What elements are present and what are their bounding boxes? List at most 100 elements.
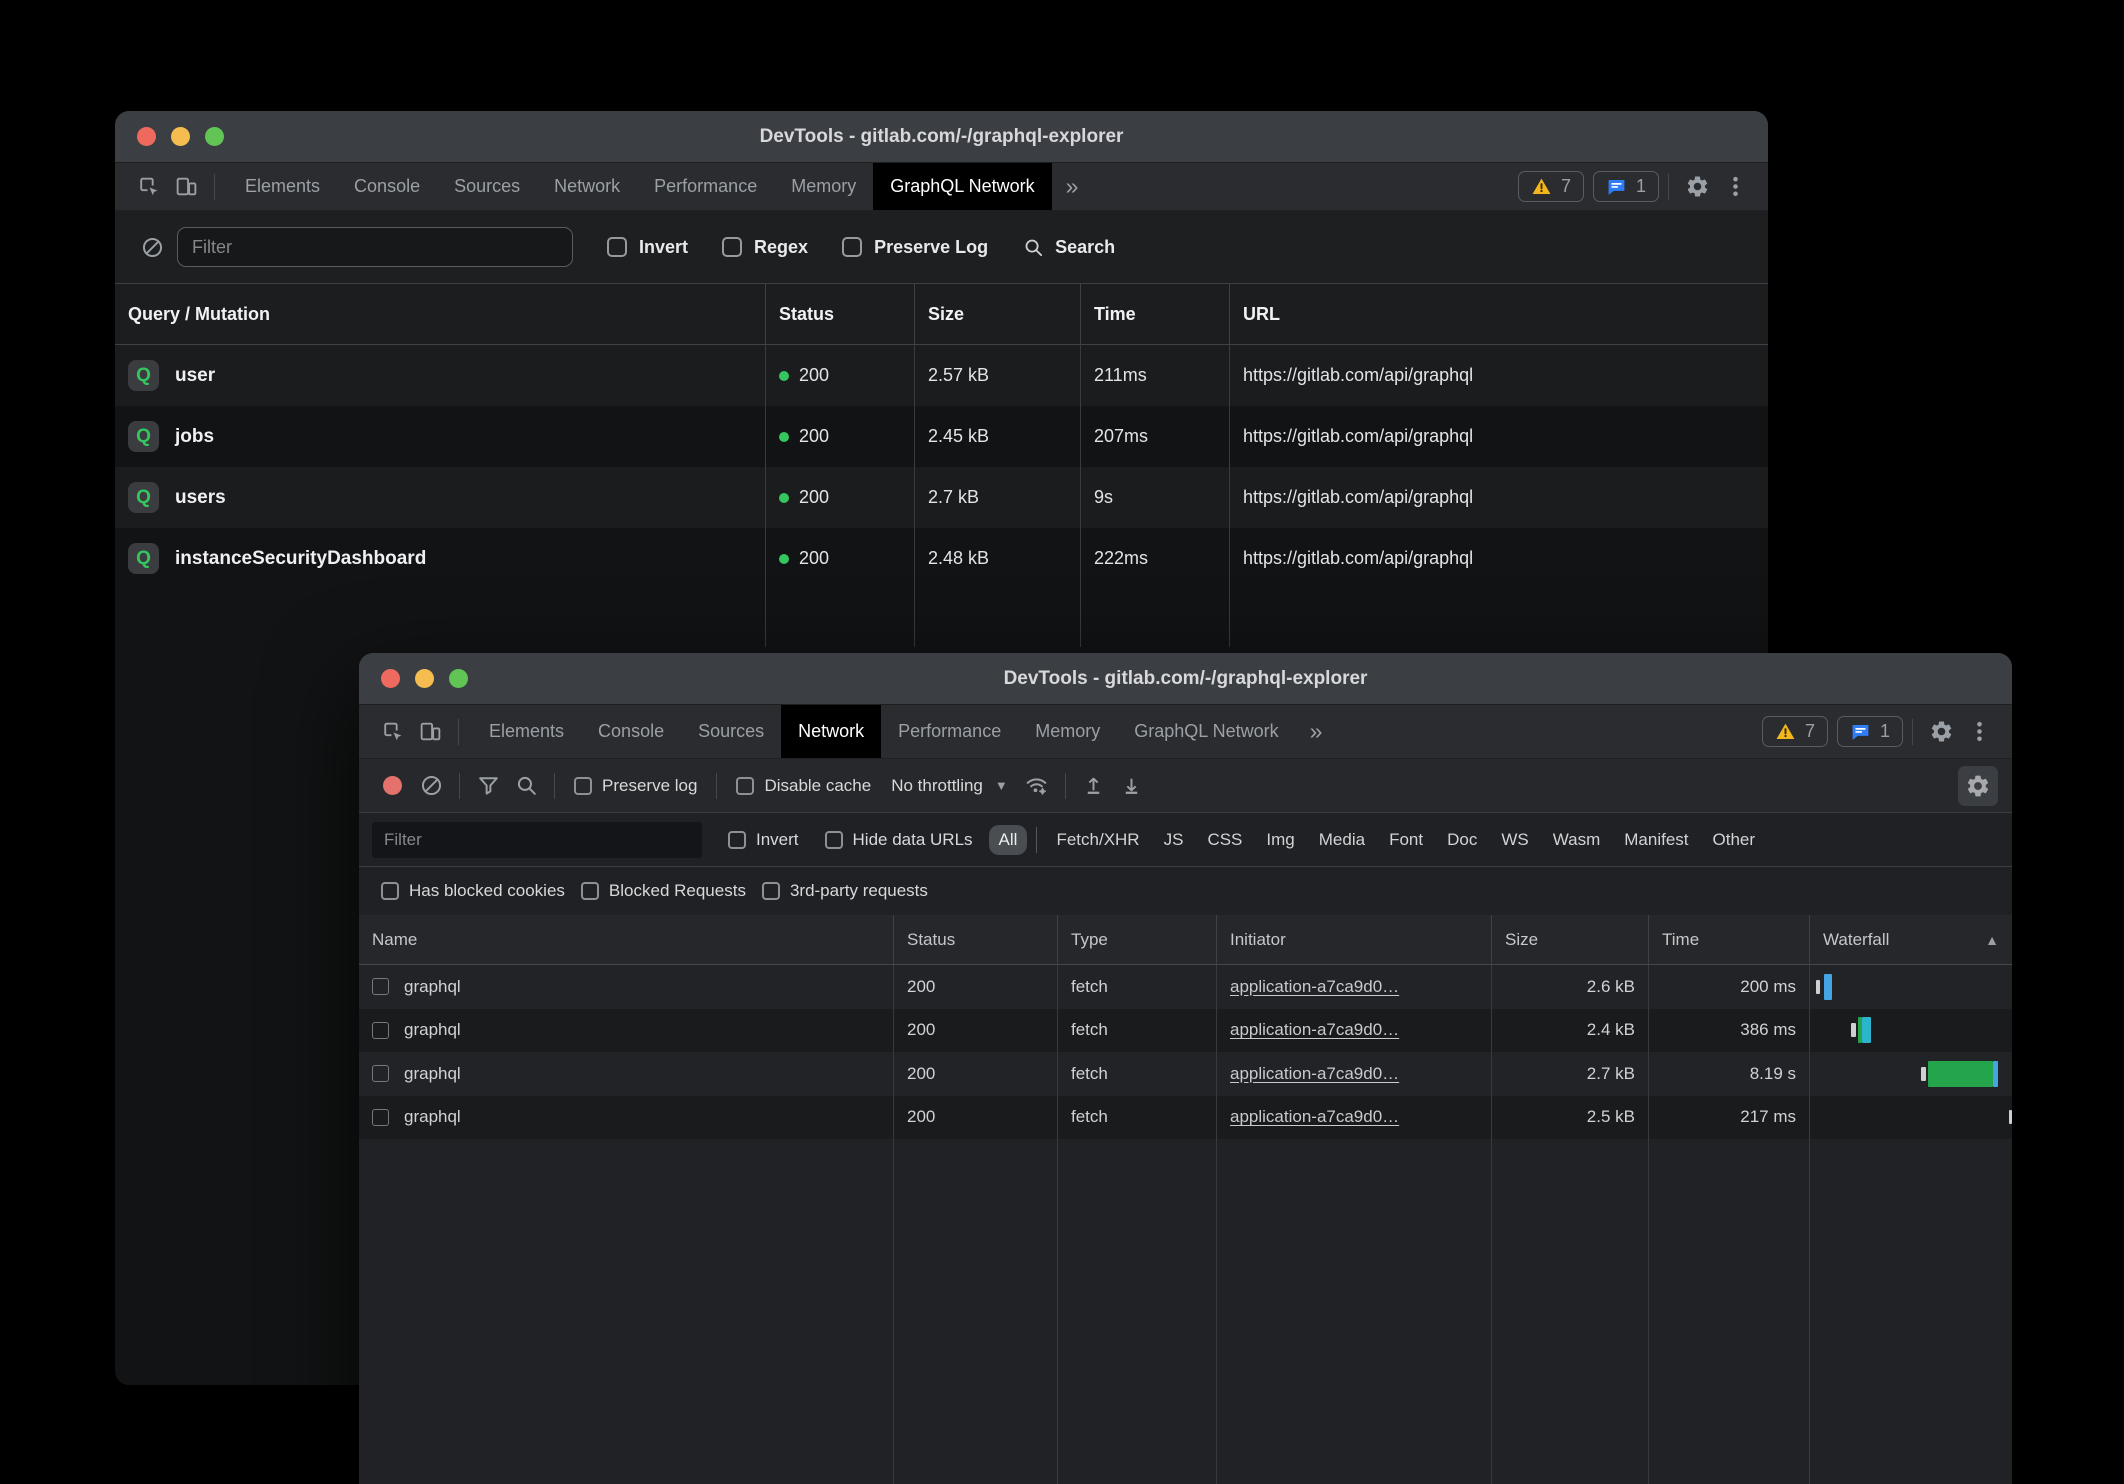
- chip-img[interactable]: Img: [1256, 825, 1304, 855]
- chip-manifest[interactable]: Manifest: [1614, 825, 1698, 855]
- settings-gear-icon[interactable]: [1678, 168, 1716, 206]
- tab-performance[interactable]: Performance: [637, 163, 774, 210]
- tab-console[interactable]: Console: [581, 705, 681, 758]
- search-icon[interactable]: [507, 767, 545, 805]
- checkbox-regex[interactable]: Regex: [722, 237, 808, 258]
- preserve-log-checkbox[interactable]: Preserve log: [574, 776, 697, 796]
- tab-network[interactable]: Network: [781, 705, 881, 758]
- filter-input[interactable]: [372, 822, 702, 858]
- tab-elements[interactable]: Elements: [228, 163, 337, 210]
- import-har-icon[interactable]: [1075, 767, 1113, 805]
- query-row[interactable]: Qusers2002.7 kB9shttps://gitlab.com/api/…: [115, 467, 1768, 528]
- record-button[interactable]: [383, 776, 402, 795]
- column-header-waterfall[interactable]: Waterfall▲: [1810, 915, 2012, 964]
- inspect-icon[interactable]: [373, 713, 411, 751]
- tab-memory[interactable]: Memory: [774, 163, 873, 210]
- chip-doc[interactable]: Doc: [1437, 825, 1487, 855]
- row-checkbox[interactable]: [372, 978, 389, 995]
- column-header-status[interactable]: Status: [766, 284, 915, 344]
- chip-media[interactable]: Media: [1309, 825, 1375, 855]
- query-row[interactable]: QinstanceSecurityDashboard2002.48 kB222m…: [115, 528, 1768, 589]
- settings-gear-icon[interactable]: [1922, 713, 1960, 751]
- clear-icon[interactable]: [133, 228, 171, 266]
- checkbox-box[interactable]: [762, 882, 780, 900]
- chip-js[interactable]: JS: [1154, 825, 1194, 855]
- throttling-select[interactable]: No throttling ▼: [881, 776, 1018, 796]
- column-header-initiator[interactable]: Initiator: [1217, 915, 1492, 964]
- tab-sources[interactable]: Sources: [681, 705, 781, 758]
- invert-checkbox[interactable]: Invert: [728, 830, 799, 850]
- initiator-link[interactable]: application-a7ca9d0…: [1230, 1020, 1399, 1040]
- row-checkbox[interactable]: [372, 1109, 389, 1126]
- hide-data-urls-checkbox[interactable]: Hide data URLs: [825, 830, 973, 850]
- chip-ws[interactable]: WS: [1491, 825, 1538, 855]
- chip-css[interactable]: CSS: [1197, 825, 1252, 855]
- titlebar[interactable]: DevTools - gitlab.com/-/graphql-explorer: [359, 653, 2012, 705]
- warnings-badge[interactable]: 7: [1518, 171, 1584, 202]
- column-header-query-mutation[interactable]: Query / Mutation: [115, 284, 766, 344]
- network-conditions-icon[interactable]: [1018, 767, 1056, 805]
- request-row[interactable]: graphql200fetchapplication-a7ca9d0…2.7 k…: [359, 1052, 2012, 1096]
- column-header-status[interactable]: Status: [894, 915, 1058, 964]
- tab-graphql-network[interactable]: GraphQL Network: [873, 163, 1051, 210]
- column-header-size[interactable]: Size: [915, 284, 1081, 344]
- column-header-name[interactable]: Name: [359, 915, 894, 964]
- row-checkbox[interactable]: [372, 1022, 389, 1039]
- network-settings-gear-icon[interactable]: [1958, 766, 1998, 806]
- checkbox-box[interactable]: [381, 882, 399, 900]
- column-header-size[interactable]: Size: [1492, 915, 1649, 964]
- initiator-link[interactable]: application-a7ca9d0…: [1230, 977, 1399, 997]
- checkbox-has-blocked-cookies[interactable]: Has blocked cookies: [381, 881, 565, 901]
- checkbox-box[interactable]: [825, 831, 843, 849]
- request-row[interactable]: graphql200fetchapplication-a7ca9d0…2.5 k…: [359, 1096, 2012, 1140]
- query-row[interactable]: Qjobs2002.45 kB207mshttps://gitlab.com/a…: [115, 406, 1768, 467]
- column-header-type[interactable]: Type: [1058, 915, 1217, 964]
- checkbox-box[interactable]: [736, 777, 754, 795]
- warnings-badge[interactable]: 7: [1762, 716, 1828, 747]
- checkbox-box[interactable]: [607, 237, 627, 257]
- chip-font[interactable]: Font: [1379, 825, 1433, 855]
- search-toggle[interactable]: Search: [1022, 236, 1115, 259]
- messages-badge[interactable]: 1: [1837, 716, 1903, 747]
- checkbox-box[interactable]: [722, 237, 742, 257]
- column-header-time[interactable]: Time: [1649, 915, 1810, 964]
- kebab-menu-icon[interactable]: [1716, 168, 1754, 206]
- export-har-icon[interactable]: [1113, 767, 1151, 805]
- chip-all[interactable]: All: [989, 825, 1028, 855]
- query-row[interactable]: Quser2002.57 kB211mshttps://gitlab.com/a…: [115, 345, 1768, 406]
- messages-badge[interactable]: 1: [1593, 171, 1659, 202]
- filter-input[interactable]: [177, 227, 573, 267]
- kebab-menu-icon[interactable]: [1960, 713, 1998, 751]
- checkbox-3rd-party-requests[interactable]: 3rd-party requests: [762, 881, 928, 901]
- more-tabs-icon[interactable]: »: [1296, 718, 1337, 745]
- initiator-link[interactable]: application-a7ca9d0…: [1230, 1107, 1399, 1127]
- more-tabs-icon[interactable]: »: [1052, 173, 1093, 200]
- row-checkbox[interactable]: [372, 1065, 389, 1082]
- column-header-time[interactable]: Time: [1081, 284, 1230, 344]
- checkbox-box[interactable]: [842, 237, 862, 257]
- chip-fetch-xhr[interactable]: Fetch/XHR: [1046, 825, 1149, 855]
- checkbox-blocked-requests[interactable]: Blocked Requests: [581, 881, 746, 901]
- inspect-icon[interactable]: [129, 168, 167, 206]
- device-toolbar-icon[interactable]: [411, 713, 449, 751]
- device-toolbar-icon[interactable]: [167, 168, 205, 206]
- checkbox-preserve-log[interactable]: Preserve Log: [842, 237, 988, 258]
- checkbox-box[interactable]: [728, 831, 746, 849]
- checkbox-box[interactable]: [574, 777, 592, 795]
- chip-other[interactable]: Other: [1703, 825, 1766, 855]
- disable-cache-checkbox[interactable]: Disable cache: [736, 776, 871, 796]
- tab-console[interactable]: Console: [337, 163, 437, 210]
- initiator-link[interactable]: application-a7ca9d0…: [1230, 1064, 1399, 1084]
- request-row[interactable]: graphql200fetchapplication-a7ca9d0…2.6 k…: [359, 965, 2012, 1009]
- chip-wasm[interactable]: Wasm: [1543, 825, 1611, 855]
- filter-funnel-icon[interactable]: [469, 767, 507, 805]
- tab-sources[interactable]: Sources: [437, 163, 537, 210]
- checkbox-invert[interactable]: Invert: [607, 237, 688, 258]
- tab-graphql-network[interactable]: GraphQL Network: [1117, 705, 1295, 758]
- request-row[interactable]: graphql200fetchapplication-a7ca9d0…2.4 k…: [359, 1009, 2012, 1053]
- tab-network[interactable]: Network: [537, 163, 637, 210]
- titlebar[interactable]: DevTools - gitlab.com/-/graphql-explorer: [115, 111, 1768, 163]
- tab-elements[interactable]: Elements: [472, 705, 581, 758]
- tab-memory[interactable]: Memory: [1018, 705, 1117, 758]
- column-header-url[interactable]: URL: [1230, 284, 1768, 344]
